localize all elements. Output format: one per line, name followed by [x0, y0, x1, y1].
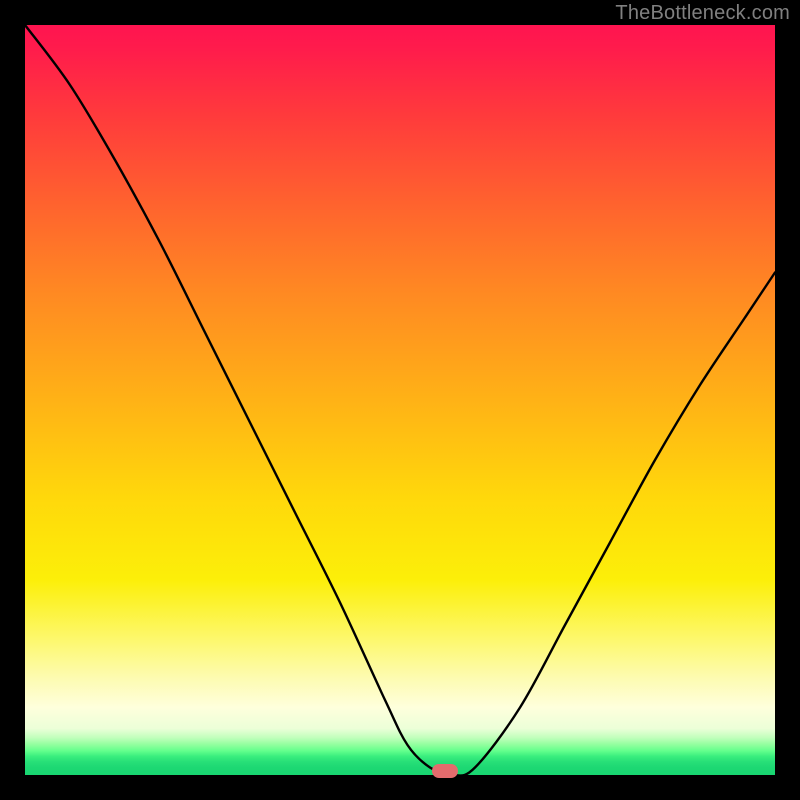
- watermark-text: TheBottleneck.com: [615, 2, 790, 25]
- bottleneck-curve: [25, 25, 775, 775]
- figure-root: TheBottleneck.com: [0, 0, 800, 800]
- plot-area: [25, 25, 775, 775]
- optimal-marker: [432, 764, 458, 778]
